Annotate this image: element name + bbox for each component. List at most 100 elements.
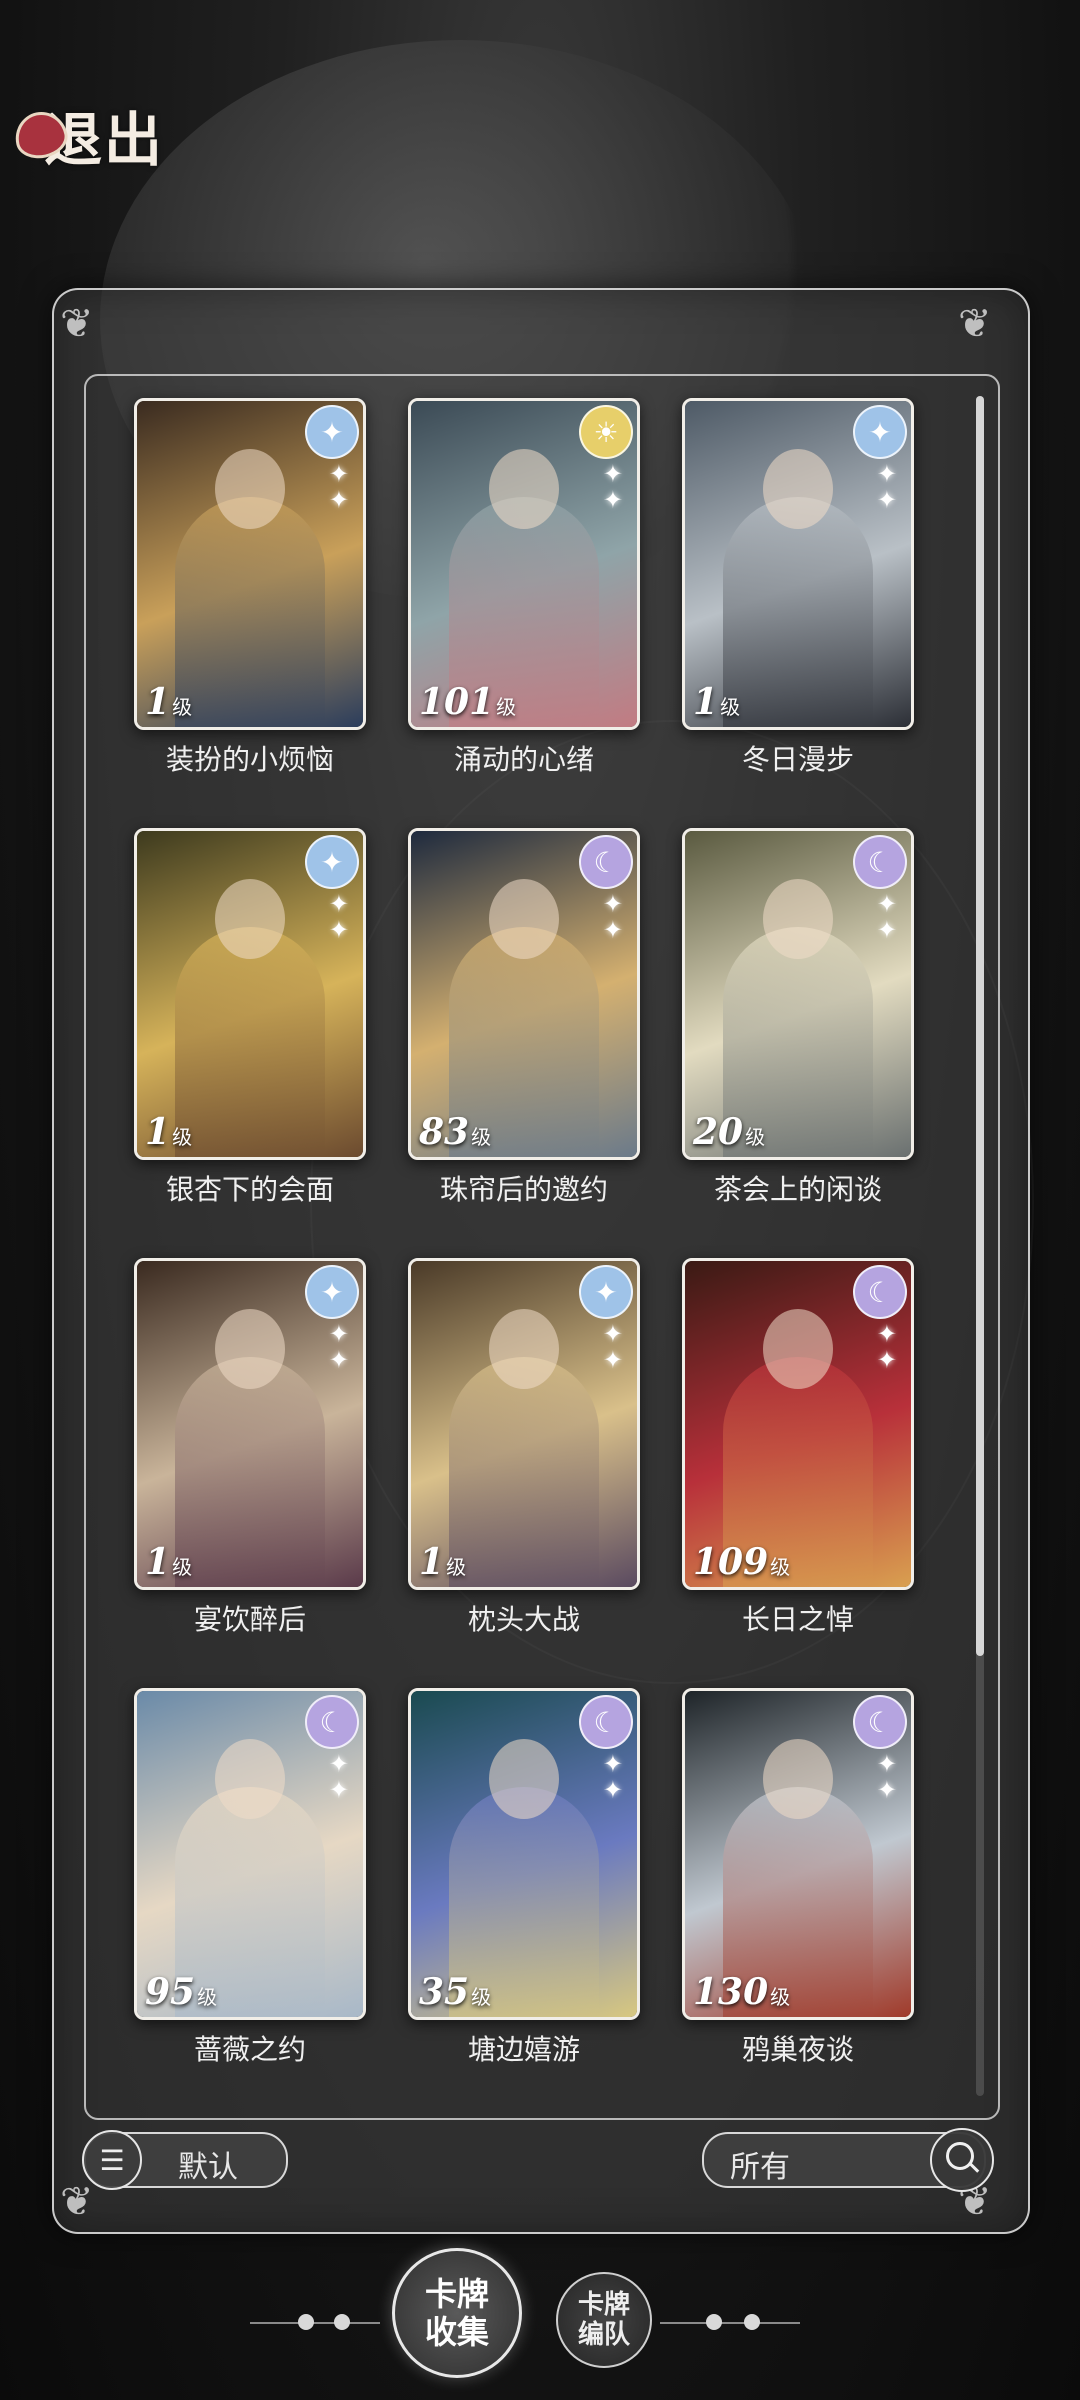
- sparkle-icon: ✦ ✦: [876, 460, 897, 514]
- card-item[interactable]: ☾ ✦ ✦ 20 级 茶会上的闲谈: [682, 828, 914, 1208]
- card-level: 83 级: [419, 1111, 491, 1153]
- character-face: [215, 1739, 285, 1819]
- nav-card-collection-label: 卡牌收集: [424, 2275, 489, 2351]
- card-level-value: 83: [419, 1111, 470, 1153]
- card-item[interactable]: ✦ ✦ ✦ 1级 冬日漫步: [682, 398, 914, 778]
- character-figure: [723, 497, 873, 727]
- card-level-unit: 级: [496, 695, 517, 719]
- card-item[interactable]: ✦ ✦ ✦ 1级 宴饮醉后: [134, 1258, 366, 1638]
- character-face: [489, 449, 559, 529]
- card-title: 长日之悼: [741, 1603, 854, 1636]
- bottom-nav: 卡牌收集 卡牌编队: [0, 2240, 1080, 2400]
- card-item[interactable]: ✦ ✦ ✦ 1级 装扮的小烦恼: [134, 398, 366, 778]
- card-frame[interactable]: ✦ ✦ ✦ 1级: [408, 1258, 640, 1590]
- card-item[interactable]: ✦ ✦ ✦ 1级 枕头大战: [408, 1258, 640, 1638]
- card-frame[interactable]: ✦ ✦ ✦ 1级: [682, 398, 914, 730]
- character-face: [763, 1739, 833, 1819]
- sparkle-icon: ✦ ✦: [876, 890, 897, 944]
- card-level: 1级: [145, 1541, 192, 1583]
- card-level-unit: 级: [197, 1985, 218, 2009]
- card-level-value: 1: [145, 681, 171, 723]
- sparkle-icon: ✦ ✦: [876, 1320, 897, 1374]
- moon-icon: ☾: [853, 835, 907, 889]
- card-frame[interactable]: ☀ ✦ ✦ 101 级: [408, 398, 640, 730]
- card-level-value: 1: [419, 1541, 445, 1583]
- card-frame[interactable]: ☾ ✦ ✦ 109 级: [682, 1258, 914, 1590]
- card-title: 鸦巢夜谈: [741, 2033, 854, 2066]
- nav-dot: [334, 2314, 350, 2330]
- card-level-value: 35: [419, 1971, 470, 2013]
- card-level: 130 级: [693, 1971, 790, 2013]
- card-item[interactable]: ☾ ✦ ✦ 95 级 蔷薇之约: [134, 1688, 366, 2068]
- moon-icon: ☾: [853, 1695, 907, 1749]
- card-frame[interactable]: ✦ ✦ ✦ 1级: [134, 398, 366, 730]
- nav-card-team[interactable]: 卡牌编队: [556, 2272, 652, 2368]
- moon-icon: ☾: [579, 835, 633, 889]
- sparkle-icon: ✦ ✦: [602, 1750, 623, 1804]
- card-level-unit: 级: [770, 1555, 791, 1579]
- card-frame[interactable]: ☾ ✦ ✦ 20 级: [682, 828, 914, 1160]
- card-level-unit: 级: [745, 1125, 766, 1149]
- character-face: [215, 1309, 285, 1389]
- scrollbar-thumb[interactable]: [976, 396, 984, 1656]
- character-face: [763, 449, 833, 529]
- card-title: 茶会上的闲谈: [713, 1173, 882, 1206]
- star-icon: ✦: [305, 405, 359, 459]
- nav-dot: [744, 2314, 760, 2330]
- card-item[interactable]: ☾ ✦ ✦ 83 级 珠帘后的邀约: [408, 828, 640, 1208]
- card-item[interactable]: ☾ ✦ ✦ 35 级 塘边嬉游: [408, 1688, 640, 2068]
- card-level-value: 109: [693, 1541, 769, 1583]
- card-level-unit: 级: [471, 1125, 492, 1149]
- card-level: 109 级: [693, 1541, 790, 1583]
- card-item[interactable]: ☾ ✦ ✦ 130 级 鸦巢夜谈: [682, 1688, 914, 2068]
- card-frame[interactable]: ✦ ✦ ✦ 1级: [134, 828, 366, 1160]
- sort-list-icon[interactable]: ☰: [82, 2130, 142, 2190]
- card-level-unit: 级: [471, 1985, 492, 2009]
- exit-button[interactable]: 退出: [14, 95, 188, 175]
- card-title: 银杏下的会面: [165, 1173, 334, 1206]
- card-frame[interactable]: ☾ ✦ ✦ 83 级: [408, 828, 640, 1160]
- card-item[interactable]: ✦ ✦ ✦ 1级 银杏下的会面: [134, 828, 366, 1208]
- sparkle-icon: ✦ ✦: [328, 1320, 349, 1374]
- sparkle-icon: ✦ ✦: [602, 1320, 623, 1374]
- card-level-value: 130: [693, 1971, 769, 2013]
- card-frame[interactable]: ☾ ✦ ✦ 130 级: [682, 1688, 914, 2020]
- card-level-unit: 级: [720, 695, 741, 719]
- card-item[interactable]: ☾ ✦ ✦ 109 级 长日之悼: [682, 1258, 914, 1638]
- sparkle-icon: ✦ ✦: [328, 1750, 349, 1804]
- card-level: 20 级: [693, 1111, 765, 1153]
- character-figure: [449, 1357, 599, 1587]
- card-item[interactable]: ☀ ✦ ✦ 101 级 涌动的心绪: [408, 398, 640, 778]
- character-face: [763, 879, 833, 959]
- card-level: 1级: [145, 681, 192, 723]
- card-title: 冬日漫步: [741, 743, 854, 776]
- nav-dot: [706, 2314, 722, 2330]
- filter-bar: ☰ 默认 所有: [82, 2128, 996, 2192]
- search-icon[interactable]: [930, 2128, 994, 2192]
- character-face: [763, 1309, 833, 1389]
- moon-icon: ☾: [853, 1265, 907, 1319]
- card-title: 宴饮醉后: [193, 1603, 306, 1636]
- card-frame[interactable]: ☾ ✦ ✦ 95 级: [134, 1688, 366, 2020]
- nav-divider: [660, 2322, 800, 2324]
- moon-icon: ☾: [305, 1695, 359, 1749]
- star-icon: ✦: [305, 1265, 359, 1319]
- card-level-unit: 级: [172, 695, 193, 719]
- card-level: 1级: [693, 681, 740, 723]
- star-icon: ✦: [579, 1265, 633, 1319]
- nav-dot: [298, 2314, 314, 2330]
- card-level-value: 1: [145, 1541, 171, 1583]
- sparkle-icon: ✦ ✦: [328, 460, 349, 514]
- card-level-value: 1: [145, 1111, 171, 1153]
- character-figure: [175, 927, 325, 1157]
- card-level: 35 级: [419, 1971, 491, 2013]
- sort-dropdown[interactable]: ☰ 默认: [82, 2130, 288, 2190]
- scrollbar[interactable]: [976, 396, 984, 2096]
- card-collection-panel: ❦ ❦ ❦ ❦ ✦ ✦ ✦ 1级 装扮的小烦恼 ☀ ✦ ✦ 101 级 涌动的心…: [52, 288, 1030, 2234]
- sun-icon: ☀: [579, 405, 633, 459]
- filter-dropdown[interactable]: 所有: [702, 2128, 994, 2192]
- card-frame[interactable]: ✦ ✦ ✦ 1级: [134, 1258, 366, 1590]
- card-frame[interactable]: ☾ ✦ ✦ 35 级: [408, 1688, 640, 2020]
- character-figure: [175, 1357, 325, 1587]
- nav-card-collection[interactable]: 卡牌收集: [392, 2248, 522, 2378]
